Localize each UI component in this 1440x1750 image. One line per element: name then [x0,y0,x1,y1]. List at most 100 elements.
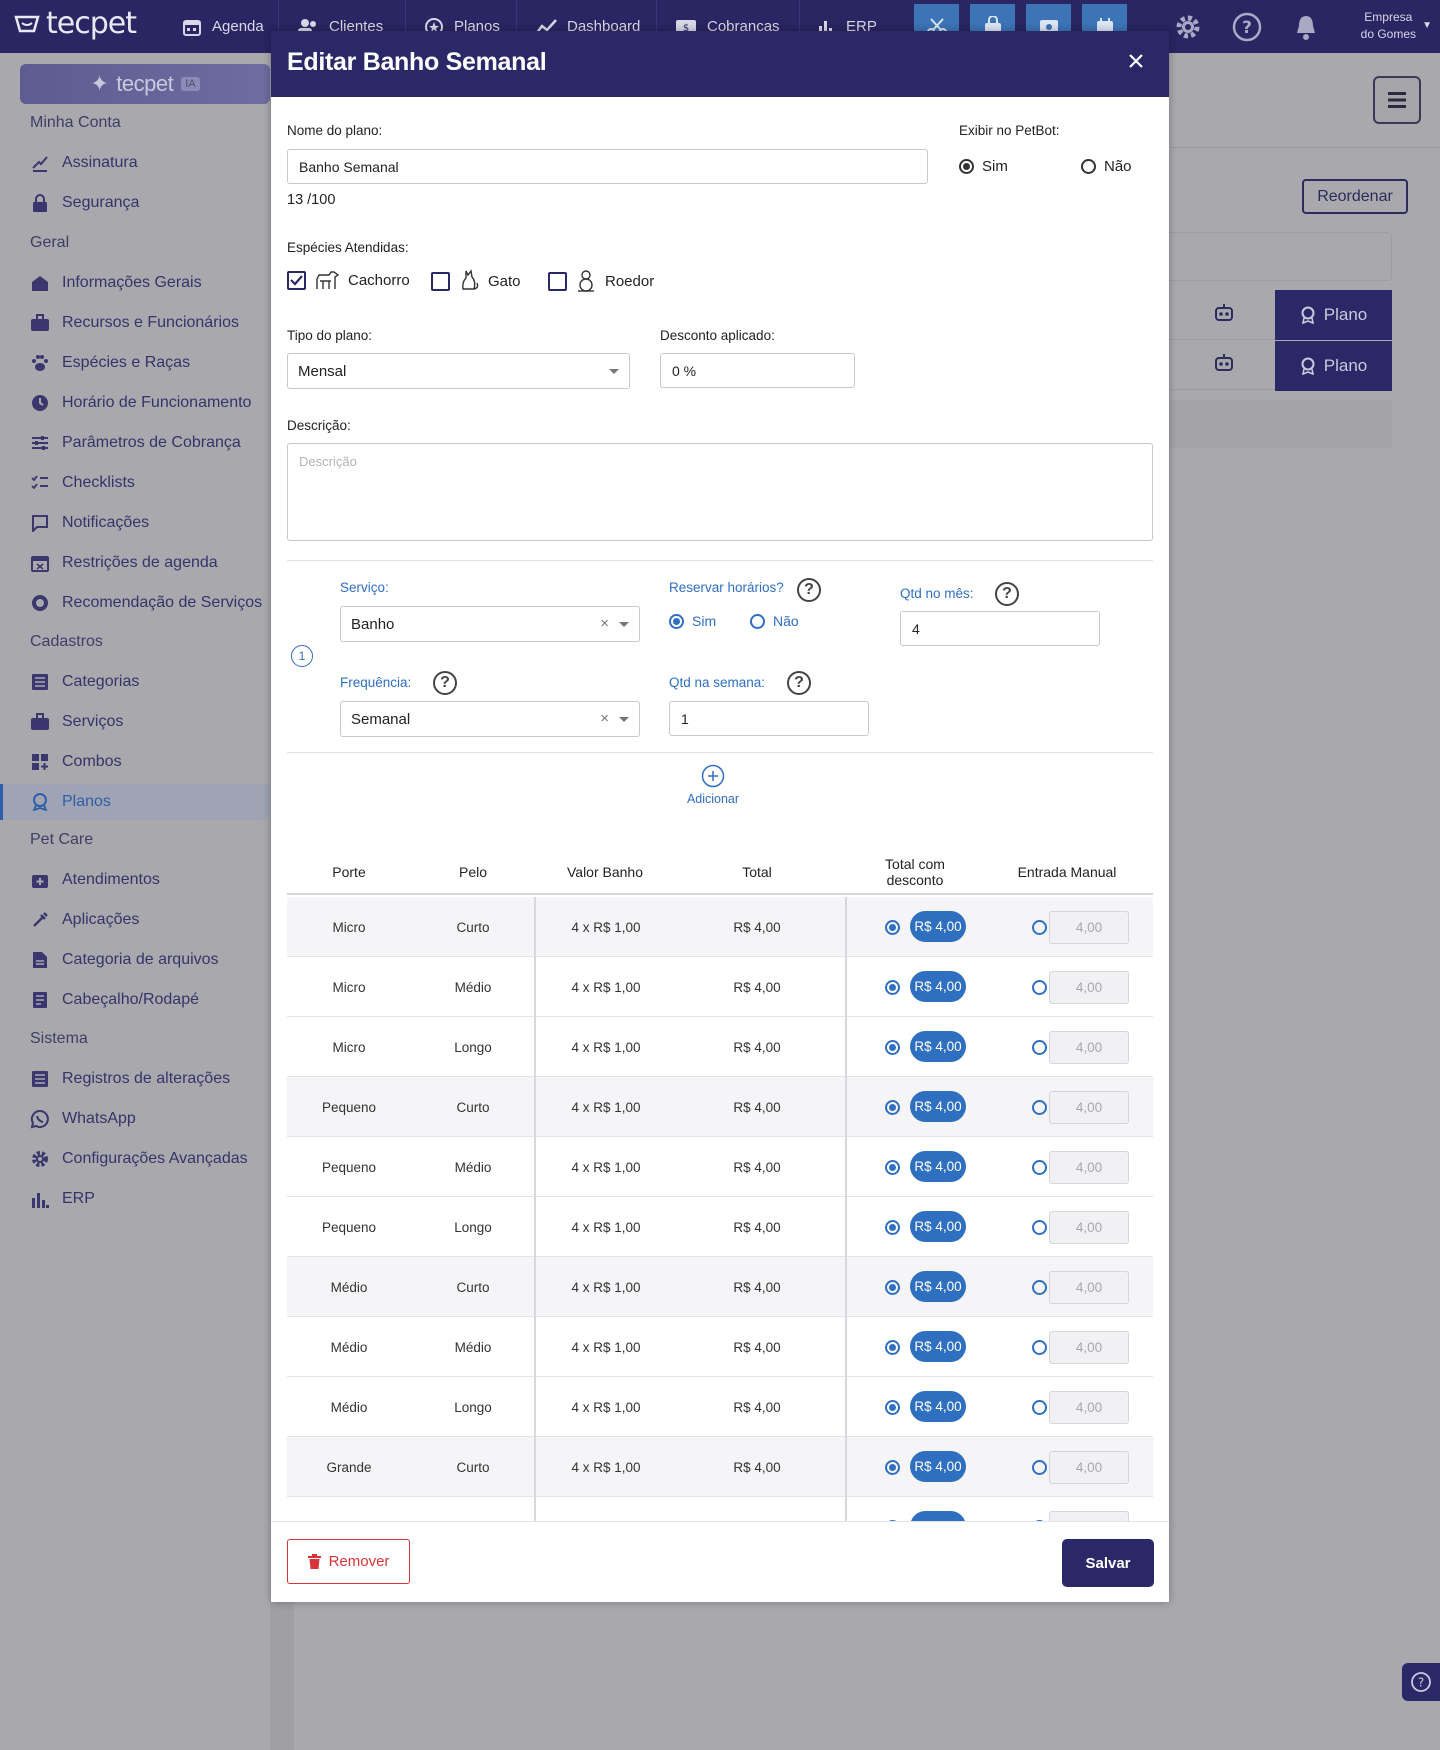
discount-total-radio[interactable] [885,1340,900,1355]
plan-button[interactable]: Plano [1275,341,1392,391]
sidebar-item-cabecalho[interactable]: Cabeçalho/Rodapé [0,982,270,1018]
petbot-yes-radio[interactable]: Sim [959,158,1008,175]
manual-entry-input[interactable]: 4,00 [1049,1031,1129,1064]
species-rodent-checkbox[interactable]: Roedor [548,269,654,293]
reserve-no-label: Não [773,613,799,629]
qty-week-input[interactable]: 1 [669,701,869,736]
species-cat-checkbox[interactable]: Gato [431,269,521,293]
sidebar-item-parametros[interactable]: Parâmetros de Cobrança [0,425,270,461]
manual-entry-input[interactable]: 4,00 [1049,1151,1129,1184]
manual-entry-input[interactable]: 4,00 [1049,1391,1129,1424]
sidebar-item-checklists[interactable]: Checklists [0,465,270,501]
sidebar-item-label: Configurações Avançadas [62,1150,248,1167]
manual-entry-input[interactable]: 4,00 [1049,1091,1129,1124]
tecpet-ia-button[interactable]: ✦ tecpet IA [20,64,270,104]
sidebar-item-combos[interactable]: Combos [0,744,270,780]
caret-down-icon [619,717,629,722]
manual-entry-input[interactable]: 4,00 [1049,971,1129,1004]
robot-icon[interactable] [1210,299,1238,327]
robot-icon[interactable] [1210,349,1238,377]
sidebar-item-assinatura[interactable]: Assinatura [0,145,270,181]
sidebar-item-planos[interactable]: Planos [0,784,270,820]
manual-entry-radio[interactable] [1032,1100,1047,1115]
sidebar-item-recomendacao[interactable]: Recomendação de Serviços [0,585,270,621]
manual-entry-radio[interactable] [1032,1340,1047,1355]
plan-button[interactable]: Plano [1275,290,1392,340]
manual-entry-input[interactable]: 4,00 [1049,1451,1129,1484]
sidebar-item-servicos[interactable]: Serviços [0,704,270,740]
settings-button[interactable] [1171,10,1205,44]
qty-month-input[interactable]: 4 [900,611,1100,646]
discount-total-radio[interactable] [885,980,900,995]
help-button[interactable]: ? [1230,10,1264,44]
discount-total-radio[interactable] [885,1400,900,1415]
clear-icon[interactable]: × [600,615,609,632]
help-icon[interactable]: ? [433,671,457,695]
clear-icon[interactable]: × [600,710,609,727]
hamburger-menu-button[interactable] [1373,76,1421,124]
manual-entry-radio[interactable] [1032,1040,1047,1055]
description-textarea[interactable]: Descrição [287,443,1153,541]
help-icon[interactable]: ? [797,578,821,602]
manual-entry-input[interactable]: 4,00 [1049,1211,1129,1244]
discount-total-radio[interactable] [885,1160,900,1175]
petbot-label: Exibir no PetBot: [959,123,1060,138]
sidebar-item-atendimentos[interactable]: Atendimentos [0,862,270,898]
remove-button[interactable]: Remover [287,1539,410,1584]
discount-total-radio[interactable] [885,1040,900,1055]
help-floating-button[interactable]: ? [1402,1663,1440,1701]
plan-name-input[interactable]: Banho Semanal [287,149,928,184]
species-dog-checkbox[interactable]: Cachorro [287,269,410,291]
manual-entry-input[interactable]: 4,00 [1049,1331,1129,1364]
manual-entry-radio[interactable] [1032,1160,1047,1175]
sidebar-item-seguranca[interactable]: Segurança [0,185,270,221]
discount-total-radio[interactable] [885,920,900,935]
manual-entry-input[interactable]: 4,00 [1049,1271,1129,1304]
sidebar-item-informacoes-gerais[interactable]: Informações Gerais [0,265,270,301]
reorder-button[interactable]: Reordenar [1302,179,1408,214]
notifications-button[interactable] [1289,10,1323,44]
nav-agenda[interactable]: Agenda [164,0,282,53]
manual-entry-radio[interactable] [1032,1460,1047,1475]
discount-total-radio[interactable] [885,1100,900,1115]
service-select[interactable]: Banho × [340,606,640,642]
help-icon[interactable]: ? [787,671,811,695]
reserve-no-radio[interactable]: Não [750,613,799,629]
save-button[interactable]: Salvar [1062,1539,1154,1587]
manual-entry-radio[interactable] [1032,920,1047,935]
sidebar-item-restricoes[interactable]: Restrições de agenda [0,545,270,581]
sidebar-item-categoria-arquivos[interactable]: Categoria de arquivos [0,942,270,978]
manual-entry-radio[interactable] [1032,1400,1047,1415]
plan-type-select[interactable]: Mensal [287,353,630,389]
petbot-no-radio[interactable]: Não [1081,158,1132,175]
sidebar-item-whatsapp[interactable]: WhatsApp [0,1101,270,1137]
discount-total-radio[interactable] [885,1220,900,1235]
manual-entry-radio[interactable] [1032,1280,1047,1295]
frequency-select[interactable]: Semanal × [340,701,640,737]
company-selector[interactable]: Empresa do Gomes [1361,9,1416,43]
manual-entry-input[interactable]: 4,00 [1049,1511,1129,1521]
dog-icon [316,271,340,289]
sidebar-item-especies[interactable]: Espécies e Raças [0,345,270,381]
add-service-button[interactable]: Adicionar [661,764,765,808]
app-logo[interactable]: tecpet [14,6,137,41]
table-row: Micro Longo 4 x R$ 1,00 R$ 4,00 R$ 4,00 4,00 [287,1017,1153,1077]
sidebar-item-notificacoes[interactable]: Notificações [0,505,270,541]
help-icon[interactable]: ? [995,582,1019,606]
sidebar-item-registros[interactable]: Registros de alterações [0,1061,270,1097]
sidebar-item-horario[interactable]: Horário de Funcionamento [0,385,270,421]
close-button[interactable] [1121,46,1151,76]
manual-entry-input[interactable]: 4,00 [1049,911,1129,944]
chevron-down-icon[interactable]: ▼ [1422,20,1432,31]
sidebar-item-erp[interactable]: ERP [0,1181,270,1217]
sidebar-item-categorias[interactable]: Categorias [0,664,270,700]
sidebar-item-recursos[interactable]: Recursos e Funcionários [0,305,270,341]
discount-total-radio[interactable] [885,1460,900,1475]
discount-input[interactable]: 0 % [660,353,855,388]
sidebar-item-aplicacoes[interactable]: Aplicações [0,902,270,938]
reserve-yes-radio[interactable]: Sim [669,613,716,629]
manual-entry-radio[interactable] [1032,1220,1047,1235]
sidebar-item-configuracoes[interactable]: Configurações Avançadas [0,1141,270,1177]
manual-entry-radio[interactable] [1032,980,1047,995]
discount-total-radio[interactable] [885,1280,900,1295]
